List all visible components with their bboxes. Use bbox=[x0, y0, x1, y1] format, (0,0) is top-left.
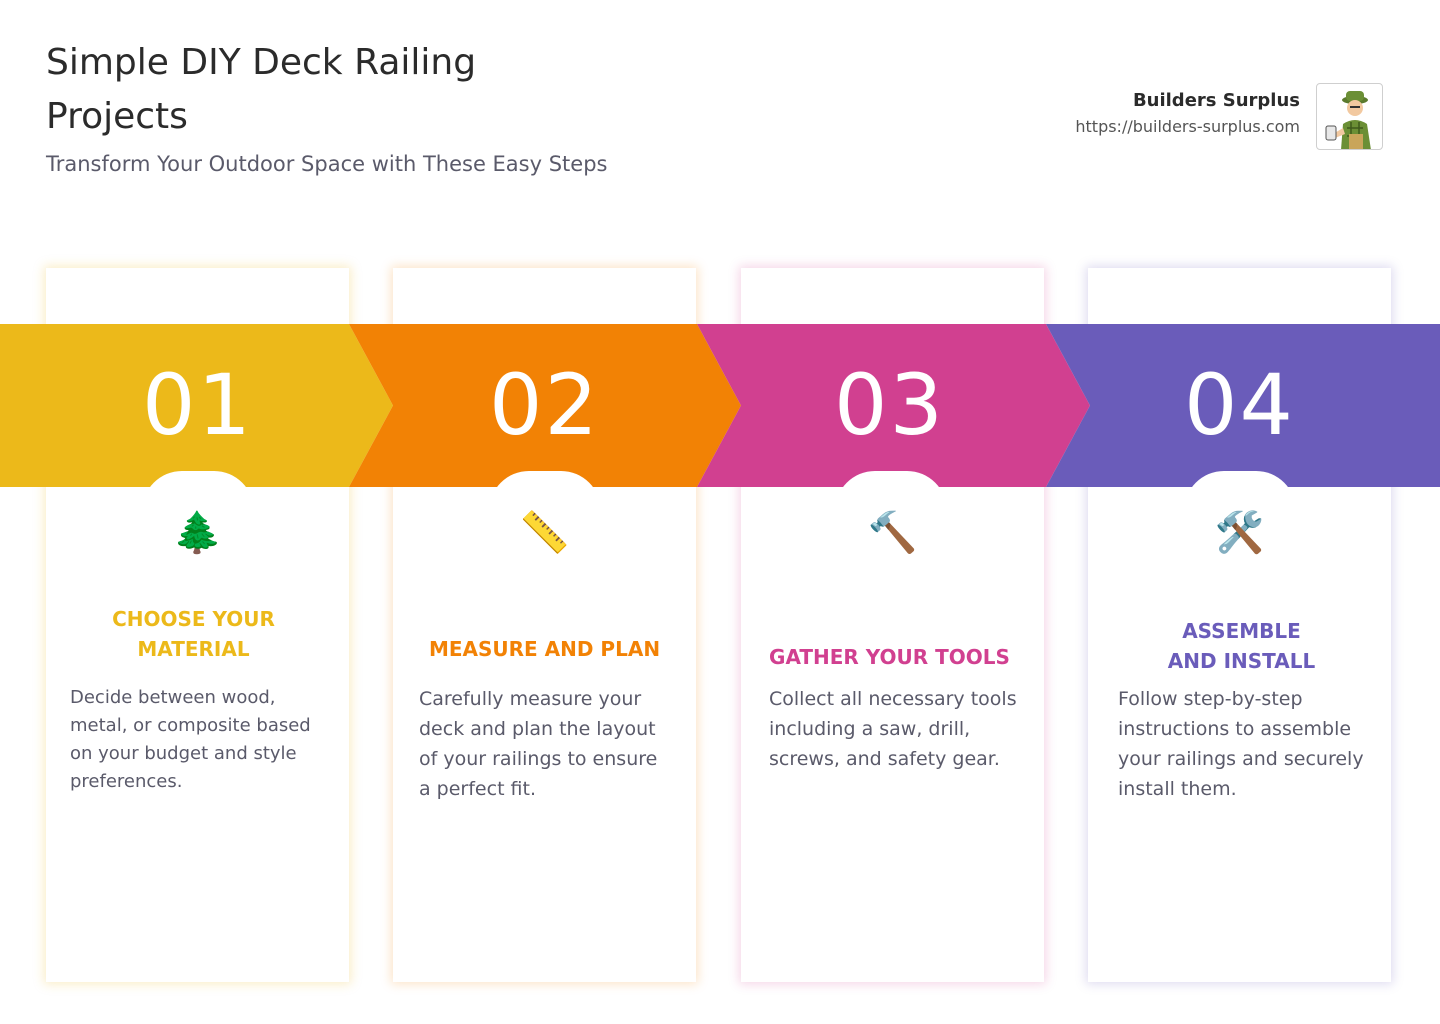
page-title: Simple DIY Deck Railing Projects bbox=[46, 42, 477, 137]
step-description-1: Decide between wood, metal, or composite… bbox=[70, 687, 311, 792]
evergreen-tree-icon: 🌲 bbox=[172, 510, 223, 556]
step-heading-4: ASSEMBLE AND INSTALL bbox=[1167, 619, 1316, 673]
brand-url[interactable]: https://builders-surplus.com bbox=[1075, 117, 1300, 136]
step-heading-1: CHOOSE YOUR MATERIAL bbox=[112, 607, 275, 661]
brand-block: Builders Surplus https://builders-surplu… bbox=[1075, 90, 1300, 136]
step-description-4: Follow step-by-step instructions to asse… bbox=[1118, 688, 1364, 800]
step-description-2: Carefully measure your deck and plan the… bbox=[419, 688, 658, 800]
hammer-and-wrench-icon: 🛠️ bbox=[1214, 510, 1265, 556]
page-subtitle: Transform Your Outdoor Space with These … bbox=[46, 152, 608, 176]
step-number-3: 03 bbox=[834, 356, 945, 454]
hammer-icon: 🔨 bbox=[867, 510, 918, 556]
step-number-4: 04 bbox=[1184, 356, 1295, 454]
brand-name: Builders Surplus bbox=[1132, 90, 1300, 111]
step-number-1: 01 bbox=[142, 356, 253, 454]
builder-mascot-icon bbox=[1316, 83, 1383, 150]
step-number-2: 02 bbox=[489, 356, 600, 454]
step-description-3: Collect all necessary tools including a … bbox=[769, 688, 1017, 770]
step-heading-3: GATHER YOUR TOOLS bbox=[769, 645, 1010, 669]
ruler-icon: 📏 bbox=[519, 510, 570, 556]
step-heading-2: MEASURE AND PLAN bbox=[428, 637, 661, 661]
